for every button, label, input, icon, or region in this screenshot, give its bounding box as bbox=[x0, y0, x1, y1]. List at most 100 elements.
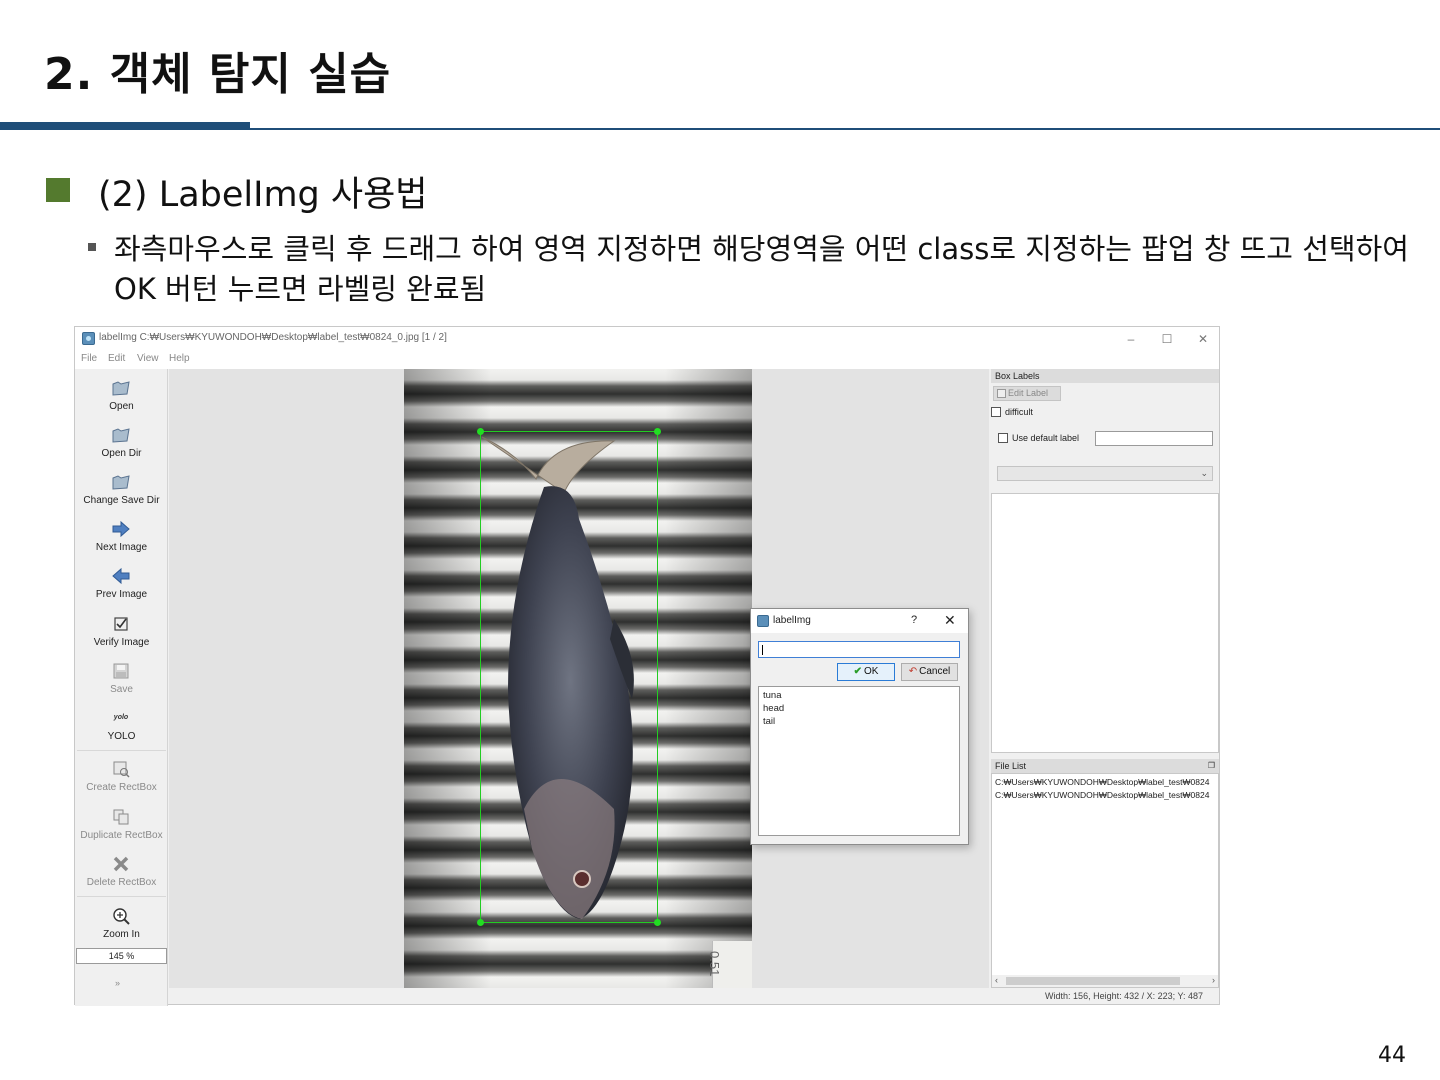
duplicate-icon bbox=[113, 809, 129, 825]
bbox-handle-bottom-right[interactable] bbox=[654, 919, 661, 926]
open-button[interactable]: Open bbox=[75, 373, 168, 419]
window-titlebar[interactable]: labelImg C:₩Users₩KYUWONDOH₩Desktop₩labe… bbox=[75, 327, 1219, 351]
create-rect-icon bbox=[113, 761, 130, 778]
difficult-checkbox[interactable] bbox=[991, 407, 1001, 417]
tag-text: 0.51 bbox=[707, 951, 722, 977]
dialog-titlebar[interactable]: labelImg ? ✕ bbox=[751, 609, 968, 633]
scroll-left-icon[interactable]: ‹ bbox=[995, 975, 998, 985]
verify-image-button[interactable]: Verify Image bbox=[75, 609, 168, 655]
duplicate-rectbox-button[interactable]: Duplicate RectBox bbox=[75, 802, 168, 848]
delete-icon bbox=[113, 856, 129, 872]
title-rule-accent bbox=[0, 122, 250, 130]
ok-label: OK bbox=[863, 666, 879, 677]
dialog-title: labelImg bbox=[773, 615, 811, 626]
sub-bullet-icon bbox=[88, 243, 96, 251]
bbox-handle-top-left[interactable] bbox=[477, 428, 484, 435]
create-rectbox-button[interactable]: Create RectBox bbox=[75, 754, 168, 800]
status-bar: Width: 156, Height: 432 / X: 223; Y: 487 bbox=[169, 988, 1219, 1004]
delete-rectbox-button[interactable]: Delete RectBox bbox=[75, 849, 168, 895]
verify-image-label: Verify Image bbox=[93, 637, 150, 648]
edit-label-button[interactable]: Edit Label bbox=[993, 386, 1061, 401]
label-list[interactable] bbox=[991, 493, 1219, 753]
bbox-handle-bottom-left[interactable] bbox=[477, 919, 484, 926]
folder-icon bbox=[112, 428, 130, 443]
window-title: labelImg C:₩Users₩KYUWONDOH₩Desktop₩labe… bbox=[99, 332, 447, 343]
app-icon bbox=[82, 332, 95, 345]
class-list[interactable]: tuna head tail bbox=[758, 686, 960, 836]
class-list-item[interactable]: head bbox=[763, 703, 784, 714]
check-icon: ✔ bbox=[853, 666, 862, 677]
use-default-label-text: Use default label bbox=[1012, 433, 1080, 443]
chevron-down-icon: ⌄ bbox=[1200, 468, 1208, 478]
prev-image-button[interactable]: Prev Image bbox=[75, 561, 168, 607]
status-text: Width: 156, Height: 432 / X: 223; Y: 487 bbox=[1045, 991, 1203, 1001]
open-dir-button[interactable]: Open Dir bbox=[75, 420, 168, 466]
file-list-scrollbar[interactable]: ‹ › bbox=[992, 975, 1218, 987]
toolbar: Open Open Dir Change Save Dir Next Image… bbox=[75, 369, 168, 1006]
label-dialog: labelImg ? ✕ ✔ OK ↶ Cancel tuna head tail bbox=[750, 608, 969, 845]
zoom-in-button[interactable]: Zoom In bbox=[75, 901, 168, 947]
zoom-value-input[interactable]: 145 % bbox=[76, 948, 167, 964]
folder-icon bbox=[112, 475, 130, 490]
default-label-input[interactable] bbox=[1095, 431, 1213, 446]
create-rectbox-label: Create RectBox bbox=[86, 782, 157, 793]
toolbar-more-icon[interactable]: » bbox=[115, 978, 120, 988]
next-image-button[interactable]: Next Image bbox=[75, 514, 168, 560]
file-list-item[interactable]: C:₩Users₩KYUWONDOH₩Desktop₩label_test₩08… bbox=[995, 790, 1209, 800]
section-heading: (2) LabelImg 사용법 bbox=[98, 175, 428, 215]
edit-label-text: Edit Label bbox=[1008, 388, 1049, 398]
open-dir-label: Open Dir bbox=[101, 448, 142, 459]
minimize-button[interactable]: – bbox=[1117, 330, 1145, 348]
save-button[interactable]: Save bbox=[75, 656, 168, 702]
slide-title: 2. 객체 탐지 실습 bbox=[44, 49, 392, 100]
label-input[interactable] bbox=[758, 641, 960, 658]
edit-icon bbox=[997, 389, 1006, 398]
title-rule bbox=[250, 128, 1440, 130]
menu-edit[interactable]: Edit bbox=[108, 353, 125, 364]
tuna-photo[interactable]: 0.51 bbox=[404, 369, 752, 988]
arrow-right-icon bbox=[112, 520, 130, 538]
delete-rectbox-label: Delete RectBox bbox=[86, 877, 157, 888]
checkbox-icon bbox=[114, 617, 128, 631]
toolbar-divider bbox=[77, 896, 166, 897]
use-default-label-checkbox[interactable] bbox=[998, 433, 1008, 443]
zoom-in-icon bbox=[113, 908, 130, 925]
menu-file[interactable]: File bbox=[81, 353, 97, 364]
description-text: 좌측마우스로 클릭 후 드래그 하여 영역 지정하면 해당영역을 어떤 clas… bbox=[114, 232, 1409, 306]
change-save-dir-label: Change Save Dir bbox=[83, 495, 160, 506]
scroll-right-icon[interactable]: › bbox=[1212, 975, 1215, 985]
yolo-button[interactable]: yolo YOLO bbox=[75, 703, 168, 749]
dock-float-icon[interactable]: ❐ bbox=[1208, 759, 1215, 773]
undo-arrow-icon: ↶ bbox=[908, 666, 918, 677]
class-list-item[interactable]: tuna bbox=[763, 690, 782, 701]
class-list-item[interactable]: tail bbox=[763, 716, 775, 727]
help-button[interactable]: ? bbox=[911, 614, 917, 626]
label-filter-dropdown[interactable]: ⌄ bbox=[997, 466, 1213, 481]
menu-help[interactable]: Help bbox=[169, 353, 190, 364]
bounding-box[interactable] bbox=[477, 428, 661, 926]
open-label: Open bbox=[109, 401, 134, 412]
bullet-square-icon bbox=[46, 178, 70, 202]
save-label: Save bbox=[110, 684, 133, 695]
cancel-button[interactable]: ↶ Cancel bbox=[901, 663, 958, 681]
menu-view[interactable]: View bbox=[137, 353, 159, 364]
dialog-close-button[interactable]: ✕ bbox=[944, 612, 956, 629]
next-image-label: Next Image bbox=[95, 542, 148, 553]
toolbar-divider bbox=[77, 750, 166, 751]
menu-bar: File Edit View Help bbox=[75, 351, 1219, 369]
maximize-button[interactable]: ☐ bbox=[1153, 330, 1181, 348]
file-list-item[interactable]: C:₩Users₩KYUWONDOH₩Desktop₩label_test₩08… bbox=[995, 777, 1209, 787]
yolo-icon: yolo bbox=[113, 714, 129, 721]
zoom-in-label: Zoom In bbox=[103, 929, 140, 940]
scrollbar-thumb[interactable] bbox=[1006, 977, 1180, 985]
ok-button[interactable]: ✔ OK bbox=[837, 663, 895, 681]
change-save-dir-button[interactable]: Change Save Dir bbox=[75, 467, 168, 513]
close-button[interactable]: ✕ bbox=[1189, 330, 1217, 348]
prev-image-label: Prev Image bbox=[95, 589, 148, 600]
arrow-left-icon bbox=[112, 567, 130, 585]
app-icon bbox=[757, 615, 769, 627]
file-list[interactable]: C:₩Users₩KYUWONDOH₩Desktop₩label_test₩08… bbox=[991, 773, 1219, 988]
bbox-handle-top-right[interactable] bbox=[654, 428, 661, 435]
right-panel: Box Labels Edit Label difficult Use defa… bbox=[991, 369, 1219, 988]
file-list-title: File List bbox=[995, 761, 1027, 771]
